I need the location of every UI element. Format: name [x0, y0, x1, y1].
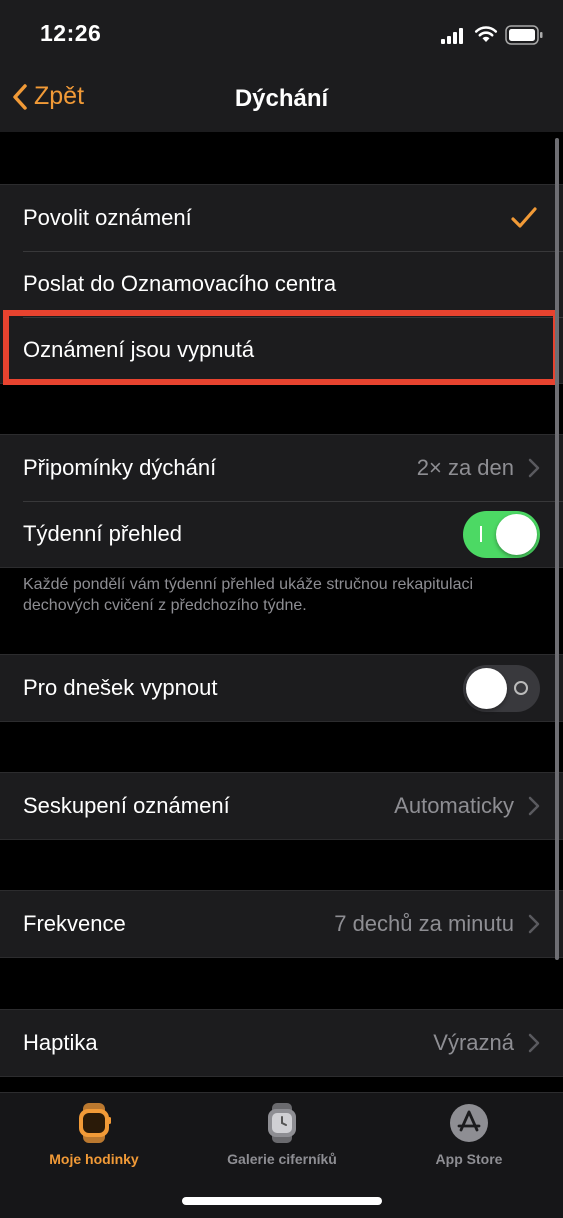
tab-label: App Store — [435, 1151, 503, 1167]
chevron-right-icon — [528, 1033, 540, 1053]
toggle-on-mark — [480, 525, 482, 542]
mute-today-group: Pro dnešek vypnout — [0, 654, 563, 722]
haptics-value: Výrazná — [433, 1030, 514, 1055]
status-time: 12:26 — [40, 20, 102, 46]
notifications-off-label: Oznámení jsou vypnutá — [23, 337, 255, 362]
haptics-row[interactable]: Haptika Výrazná — [0, 1010, 563, 1076]
notifications-off-row[interactable]: Oznámení jsou vypnutá — [0, 317, 563, 383]
toggle-off-mark — [514, 680, 528, 695]
chevron-right-icon — [528, 914, 540, 934]
navigation-bar: Zpět Dýchání — [0, 70, 563, 132]
allow-notifications-row[interactable]: Povolit oznámení — [0, 185, 563, 251]
page-title: Dýchání — [234, 85, 329, 112]
send-to-notification-center-label: Poslat do Oznamovacího centra — [23, 271, 337, 296]
frequency-row[interactable]: Frekvence 7 dechů za minutu — [0, 891, 563, 957]
watch-icon — [79, 1103, 111, 1143]
notification-options-group: Povolit oznámení Poslat do Oznamovacího … — [0, 184, 563, 384]
breathe-reminders-row[interactable]: Připomínky dýchání 2× za den — [0, 435, 563, 501]
tab-app-store[interactable]: App Store — [375, 1103, 563, 1167]
haptics-label: Haptika — [23, 1030, 98, 1055]
notification-grouping-label: Seskupení oznámení — [23, 793, 230, 818]
send-to-notification-center-row[interactable]: Poslat do Oznamovacího centra — [0, 251, 563, 317]
battery-icon — [505, 25, 543, 45]
breathe-reminders-value: 2× za den — [416, 455, 514, 480]
frequency-value: 7 dechů za minutu — [334, 911, 514, 936]
cellular-signal-icon — [441, 28, 463, 44]
weekly-summary-row: Týdenní přehled — [0, 501, 563, 567]
chevron-right-icon — [528, 796, 540, 816]
mute-today-label: Pro dnešek vypnout — [23, 675, 218, 700]
allow-notifications-label: Povolit oznámení — [23, 205, 192, 230]
frequency-label: Frekvence — [23, 911, 126, 936]
tab-label: Galerie ciferníků — [227, 1151, 337, 1167]
notification-grouping-row[interactable]: Seskupení oznámení Automaticky — [0, 773, 563, 839]
mute-today-toggle[interactable] — [463, 664, 540, 712]
status-bar: 12:26 — [0, 0, 563, 70]
weekly-summary-footnote: Každé pondělí vám týdenní přehled ukáže … — [23, 576, 474, 614]
weekly-summary-toggle[interactable] — [463, 510, 540, 558]
mute-today-row: Pro dnešek vypnout — [0, 655, 563, 721]
weekly-summary-label: Týdenní přehled — [23, 521, 182, 546]
watch-face-icon — [268, 1103, 296, 1143]
tab-my-watch[interactable]: Moje hodinky — [0, 1103, 188, 1167]
toggle-knob — [466, 667, 507, 709]
wifi-icon — [474, 26, 498, 42]
haptics-group: Haptika Výrazná — [0, 1009, 563, 1077]
notification-grouping-value: Automaticky — [394, 793, 514, 818]
chevron-right-icon — [528, 458, 540, 478]
frequency-group: Frekvence 7 dechů za minutu — [0, 890, 563, 958]
settings-list[interactable]: Povolit oznámení Poslat do Oznamovacího … — [0, 132, 563, 1092]
breathe-reminders-label: Připomínky dýchání — [23, 455, 217, 480]
toggle-knob — [496, 513, 537, 555]
checkmark-icon — [511, 207, 537, 228]
tab-label: Moje hodinky — [49, 1151, 139, 1167]
notification-grouping-group: Seskupení oznámení Automaticky — [0, 772, 563, 840]
tab-face-gallery[interactable]: Galerie ciferníků — [188, 1103, 376, 1167]
app-store-icon — [450, 1104, 488, 1142]
home-indicator[interactable] — [182, 1197, 382, 1205]
breathe-reminders-group: Připomínky dýchání 2× za den Týdenní pře… — [0, 434, 563, 568]
scrollbar[interactable] — [555, 138, 559, 960]
